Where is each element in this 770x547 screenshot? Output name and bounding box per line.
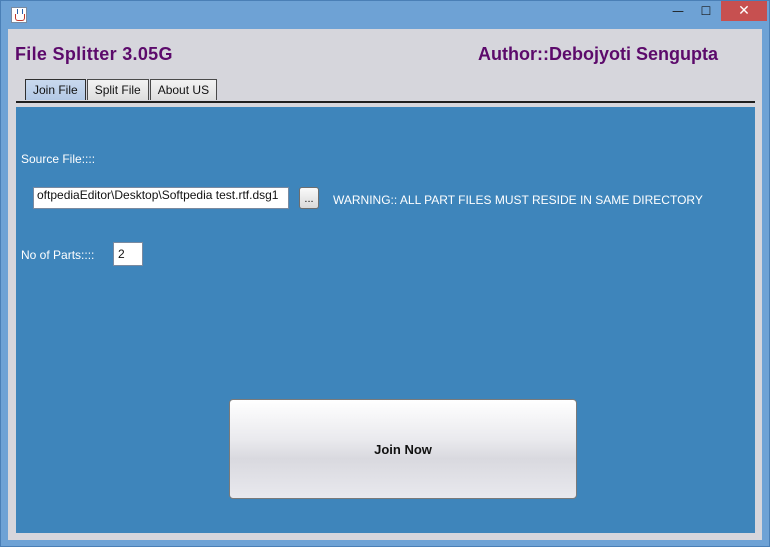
tab-strip: Join File Split File About US — [25, 79, 218, 101]
java-cup-icon[interactable] — [11, 7, 27, 23]
parts-input[interactable]: 2 — [113, 242, 143, 266]
cup-icon-part — [15, 14, 25, 21]
tab-split-file[interactable]: Split File — [86, 79, 149, 100]
join-now-button[interactable]: Join Now — [229, 399, 577, 499]
parts-label: No of Parts:::: — [21, 248, 95, 262]
minimize-icon[interactable]: — — [665, 1, 691, 21]
app-title: File Splitter 3.05G — [15, 44, 173, 64]
browse-button[interactable]: ... — [299, 187, 319, 209]
source-file-value: oftpediaEditor\Desktop\Softpedia test.rt… — [37, 188, 279, 202]
client-area: File Splitter 3.05G Author::Debojyoti Se… — [8, 29, 762, 540]
tab-join-file[interactable]: Join File — [25, 79, 86, 100]
warning-text: WARNING:: ALL PART FILES MUST RESIDE IN … — [333, 193, 703, 207]
source-file-input[interactable]: oftpediaEditor\Desktop\Softpedia test.rt… — [33, 187, 289, 209]
tab-divider — [16, 101, 755, 103]
title-bar[interactable]: — ☐ ✕ — [1, 1, 769, 29]
close-icon[interactable]: ✕ — [721, 1, 767, 21]
app-window: — ☐ ✕ File Splitter 3.05G Author::Debojy… — [0, 0, 770, 547]
author-label: Author::Debojyoti Sengupta — [478, 44, 718, 64]
maximize-icon[interactable]: ☐ — [693, 1, 719, 21]
join-file-panel: Source File:::: oftpediaEditor\Desktop\S… — [16, 107, 755, 533]
tab-about-us[interactable]: About US — [149, 79, 218, 100]
source-file-label: Source File:::: — [21, 152, 96, 166]
